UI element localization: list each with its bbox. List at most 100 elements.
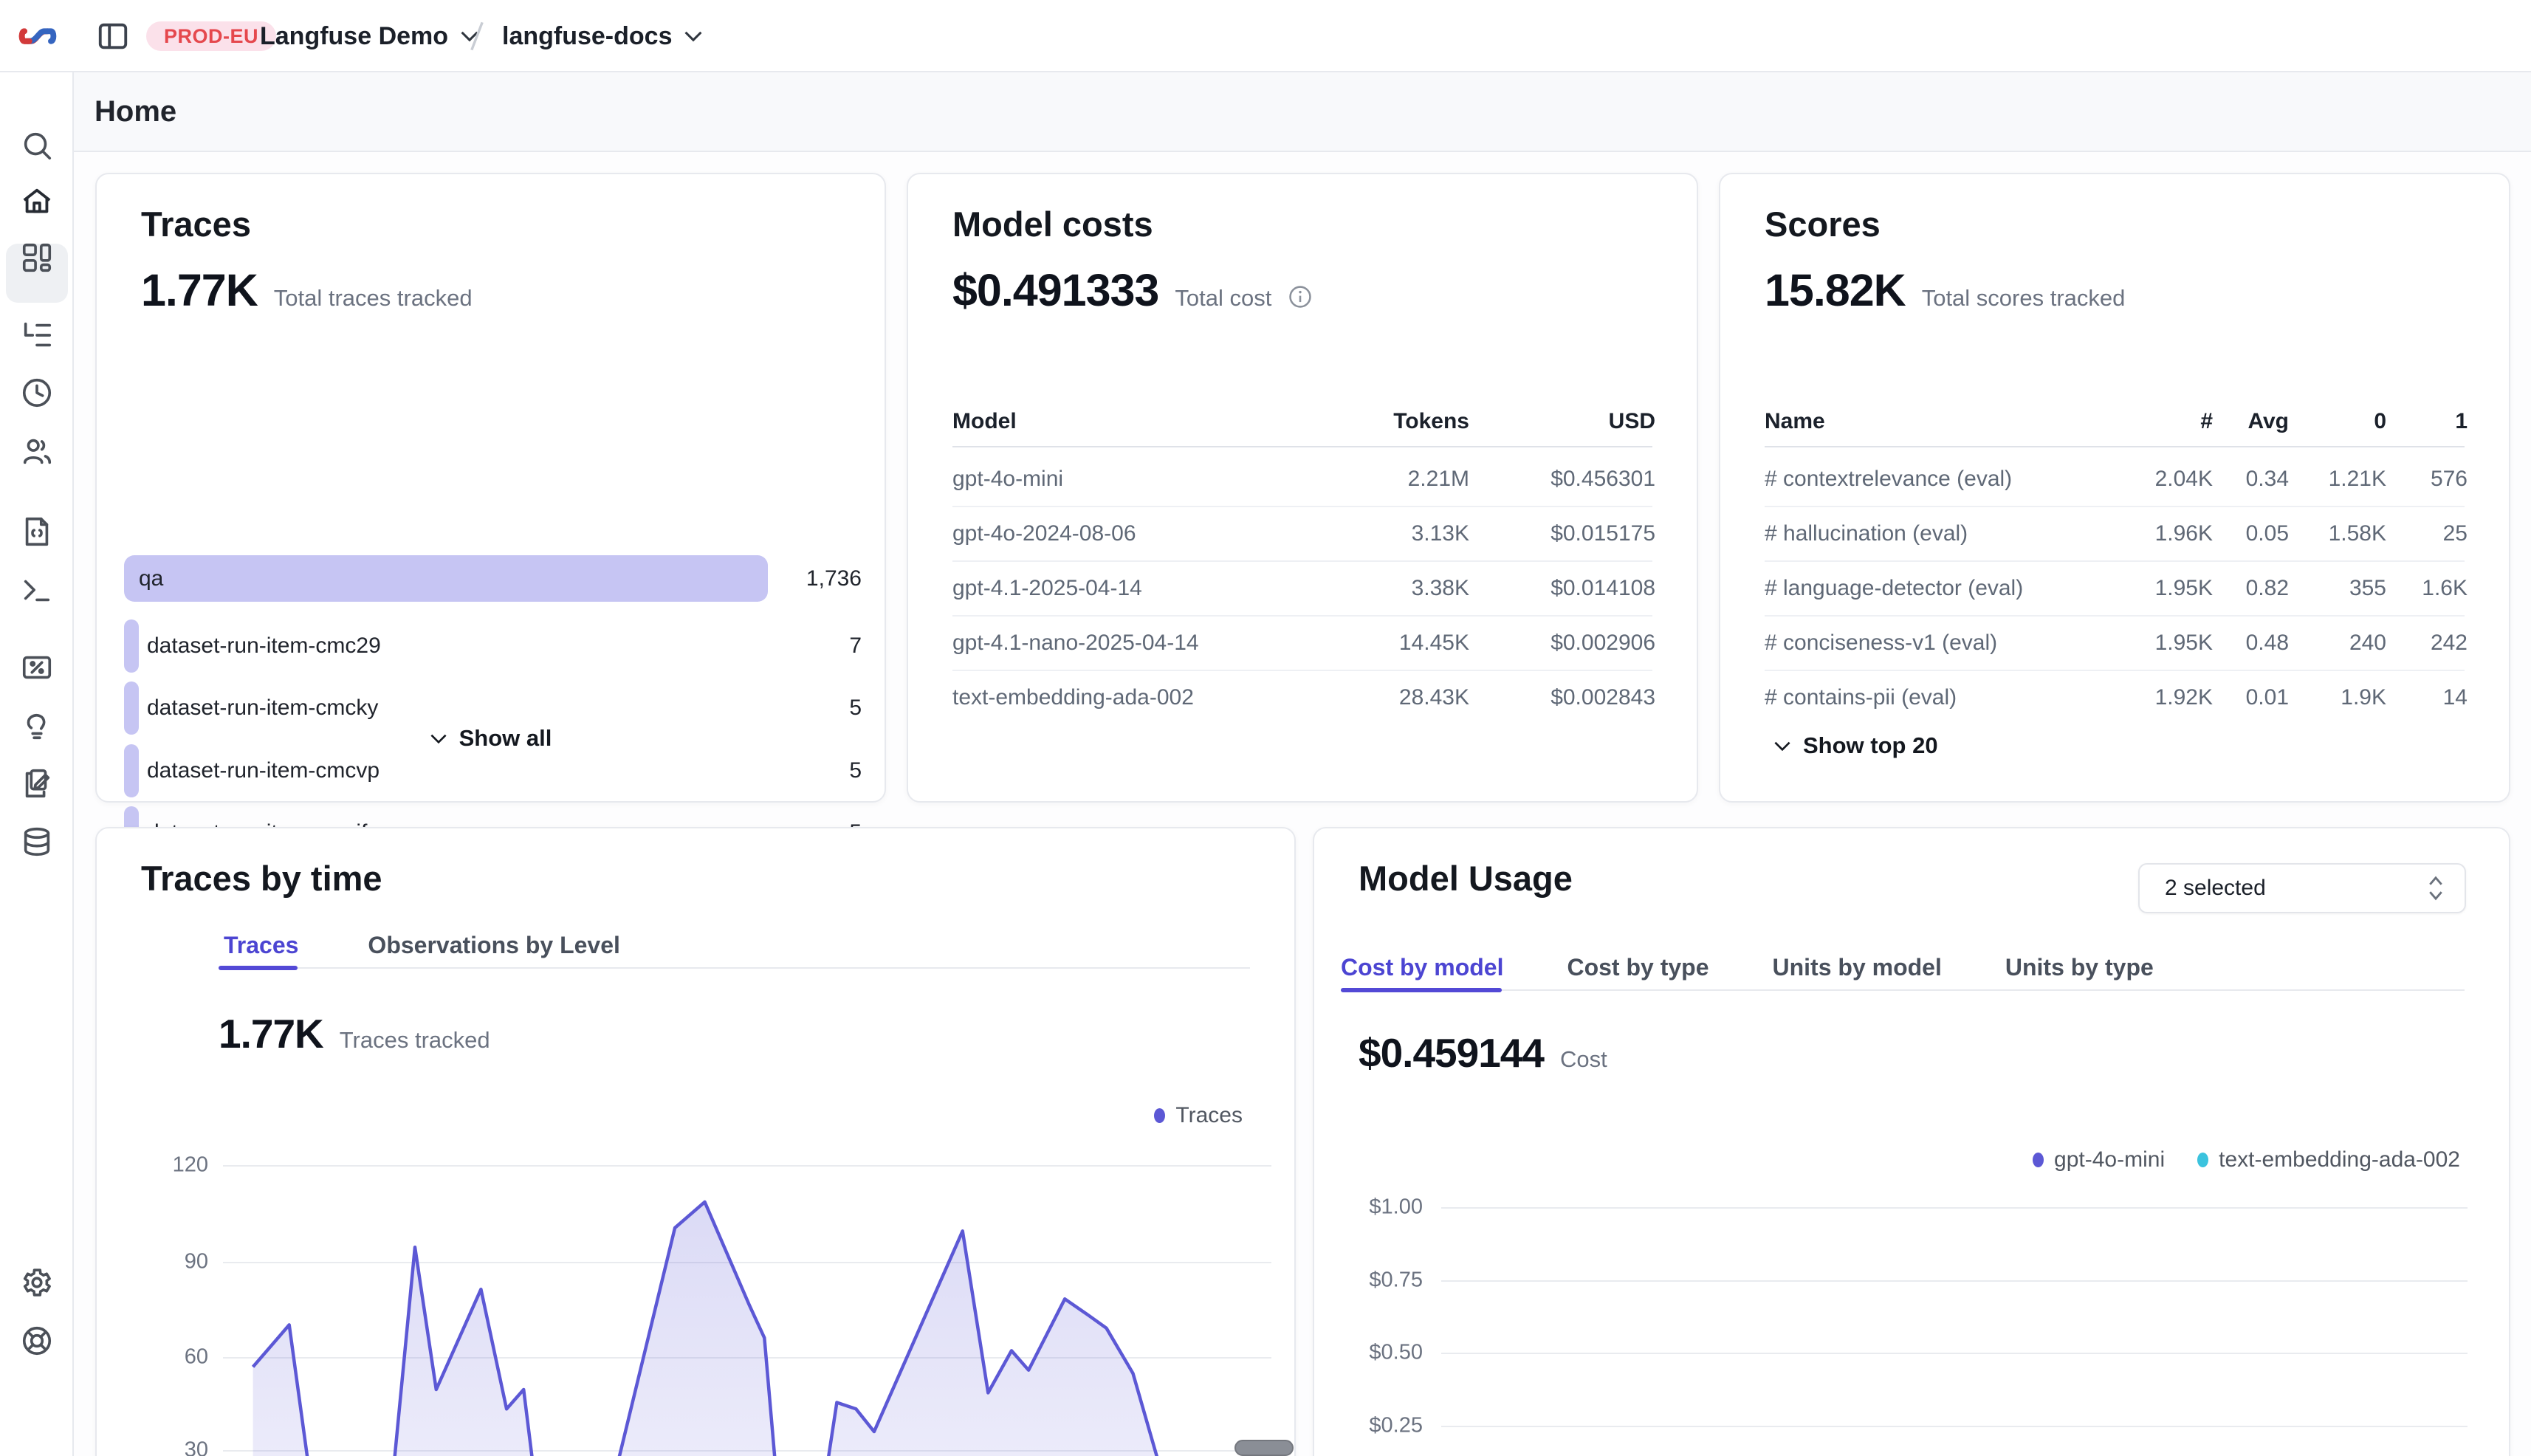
playground-icon[interactable] xyxy=(20,573,54,607)
sidebar-toggle-icon[interactable] xyxy=(96,19,130,53)
legend-dot xyxy=(2197,1153,2208,1167)
trace-count-bar xyxy=(124,555,768,602)
model-usage-tabs: Cost by model Cost by type Units by model U… xyxy=(1341,954,2154,981)
tracing-icon[interactable] xyxy=(20,318,54,352)
project-name: langfuse-docs xyxy=(502,22,672,51)
table-row: gpt-4o-2024-08-063.13K$0.015175 xyxy=(908,506,1697,561)
support-icon[interactable] xyxy=(20,1324,54,1358)
model-costs-total-value: $0.491333 xyxy=(952,264,1158,316)
trace-name-row[interactable]: dataset-run-item-cmcvp 5 xyxy=(97,744,887,797)
trace-count-value: 1,736 xyxy=(806,566,862,591)
legend-label: gpt-4o-mini xyxy=(2054,1147,2165,1172)
trace-name-row[interactable]: qa 1,736 xyxy=(97,555,887,602)
traces-area-chart xyxy=(227,1118,1293,1456)
users-icon[interactable] xyxy=(20,434,54,468)
top-bar: PROD-EU Langfuse Demo langfuse-docs xyxy=(0,0,2531,72)
active-tab-indicator xyxy=(1341,988,1502,992)
scores-total-label: Total scores tracked xyxy=(1922,285,2126,312)
table-cell: 242 xyxy=(1720,631,2468,656)
datasets-icon[interactable] xyxy=(20,825,54,859)
settings-icon[interactable] xyxy=(20,1266,54,1299)
table-cell: 576 xyxy=(1720,467,2468,492)
environment-badge: PROD-EU xyxy=(146,21,276,51)
trace-count-value: 5 xyxy=(849,758,862,783)
trace-count-bar xyxy=(124,619,139,673)
org-switcher[interactable]: Langfuse Demo xyxy=(260,18,479,55)
trace-name-label: dataset-run-item-cmcky xyxy=(147,696,378,721)
scores-total-value: 15.82K xyxy=(1765,264,1906,316)
legend-label: text-embedding-ada-002 xyxy=(2219,1147,2460,1172)
table-row: text-embedding-ada-00228.43K$0.002843 xyxy=(908,670,1697,725)
ideas-icon[interactable] xyxy=(20,708,54,742)
model-costs-card: Model costs $0.491333 Total cost ModelTo… xyxy=(907,173,1698,803)
column-header: USD xyxy=(908,409,1655,434)
legend-dot xyxy=(2033,1153,2044,1167)
traces-by-time-card: Traces by time TracesObservations by Lev… xyxy=(95,827,1296,1456)
y-axis-tick: 30 xyxy=(97,1438,208,1456)
tab-units-by-type[interactable]: Units by type xyxy=(2005,954,2154,981)
traces-tracked-label: Traces tracked xyxy=(340,1027,490,1054)
horizontal-scrollbar-thumb[interactable] xyxy=(1234,1440,1294,1456)
prompts-icon[interactable] xyxy=(20,515,54,549)
show-top-20-button[interactable]: Show top 20 xyxy=(1720,732,2509,759)
table-cell: $0.014108 xyxy=(908,576,1655,601)
gridline xyxy=(1441,1426,2468,1427)
scores-card: Scores 15.82K Total scores tracked Name#… xyxy=(1719,173,2510,803)
trace-count-value: 7 xyxy=(849,633,862,659)
table-row: gpt-4.1-2025-04-143.38K$0.014108 xyxy=(908,561,1697,616)
tab-cost-by-model[interactable]: Cost by model xyxy=(1341,954,1503,981)
traces-card-title: Traces xyxy=(141,204,251,244)
y-axis-tick: 60 xyxy=(97,1345,208,1370)
table-cell: $0.002843 xyxy=(908,685,1655,710)
project-switcher[interactable]: langfuse-docs xyxy=(502,18,703,55)
annotation-icon[interactable] xyxy=(20,766,54,800)
table-cell: $0.456301 xyxy=(908,467,1655,492)
table-cell: 1.6K xyxy=(1720,576,2468,601)
table-row: # contains-pii (eval)1.92K0.011.9K14 xyxy=(1720,670,2509,725)
sessions-icon[interactable] xyxy=(20,376,54,410)
tab-traces[interactable]: Traces xyxy=(224,932,298,959)
show-all-button[interactable]: Show all xyxy=(97,725,885,752)
app-root: PROD-EU Langfuse Demo langfuse-docs FK H… xyxy=(0,0,2531,1456)
gridline xyxy=(1441,1280,2468,1282)
y-axis-tick: $0.50 xyxy=(1314,1341,1423,1365)
traces-total-value: 1.77K xyxy=(141,264,258,316)
trace-name-label: dataset-run-item-cmc29 xyxy=(147,633,381,659)
trace-count-bar xyxy=(124,744,139,797)
table-row: gpt-4o-mini2.21M$0.456301 xyxy=(908,452,1697,506)
legend-item-text-embedding-ada-002[interactable]: text-embedding-ada-002 xyxy=(2197,1147,2460,1172)
model-costs-total-label: Total cost xyxy=(1175,285,1271,312)
y-axis-tick: $1.00 xyxy=(1314,1195,1423,1220)
table-cell: $0.002906 xyxy=(908,631,1655,656)
legend-item-gpt-4o-mini[interactable]: gpt-4o-mini xyxy=(2033,1147,2165,1172)
table-cell: 14 xyxy=(1720,685,2468,710)
home-icon[interactable] xyxy=(20,185,54,219)
breadcrumb-separator xyxy=(464,19,490,53)
info-icon[interactable] xyxy=(1288,284,1313,309)
y-axis-tick: 90 xyxy=(97,1250,208,1274)
search-icon[interactable] xyxy=(20,128,54,162)
page-header: Home xyxy=(74,72,2531,152)
traces-card: Traces 1.77K Total traces tracked qa 1,7… xyxy=(95,173,886,803)
chevron-down-icon xyxy=(1773,741,1791,752)
y-axis-tick: $0.25 xyxy=(1314,1414,1423,1438)
model-usage-card: Model Usage 2 selected Cost by modelCost… xyxy=(1313,827,2510,1456)
table-row: # conciseness-v1 (eval)1.95K0.48240242 xyxy=(1720,616,2509,670)
evaluation-icon[interactable] xyxy=(20,650,54,684)
model-select-value: 2 selected xyxy=(2165,876,2266,901)
tab-observations-by-level[interactable]: Observations by Level xyxy=(368,932,619,959)
chevron-down-icon xyxy=(430,733,447,744)
table-cell: $0.015175 xyxy=(908,521,1655,546)
table-row: # language-detector (eval)1.95K0.823551.… xyxy=(1720,561,2509,616)
dashboard-icon[interactable] xyxy=(20,241,54,275)
scores-card-title: Scores xyxy=(1765,204,1881,244)
trace-name-row[interactable]: dataset-run-item-cmc29 7 xyxy=(97,619,887,673)
gridline xyxy=(1441,1207,2468,1209)
column-header: 1 xyxy=(1720,409,2468,434)
trace-name-label: dataset-run-item-cmcvp xyxy=(147,758,380,783)
tab-units-by-model[interactable]: Units by model xyxy=(1773,954,1942,981)
model-select-dropdown[interactable]: 2 selected xyxy=(2138,863,2466,913)
tab-cost-by-type[interactable]: Cost by type xyxy=(1567,954,1708,981)
active-tab-indicator xyxy=(219,966,298,970)
org-name: Langfuse Demo xyxy=(260,22,448,51)
